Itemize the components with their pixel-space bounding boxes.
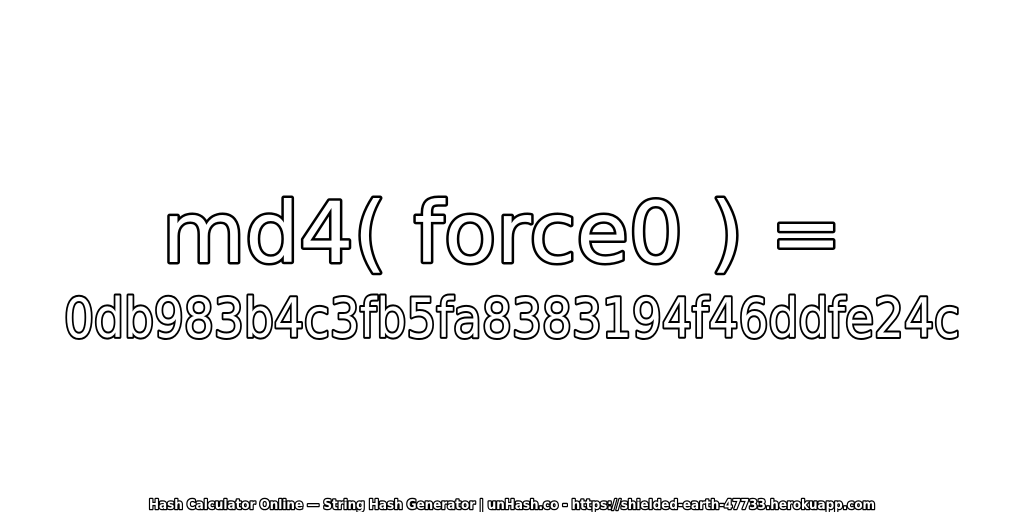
hash-result-card: md4( force0 ) = 0db983b4c3fb5fa8383194f4… bbox=[0, 0, 1024, 512]
footer-credit: Hash Calculator Online — String Hash Gen… bbox=[149, 498, 875, 512]
hash-value: 0db983b4c3fb5fa8383194f46ddfe24c bbox=[64, 287, 960, 350]
headline-expression: md4( force0 ) = bbox=[162, 184, 842, 282]
